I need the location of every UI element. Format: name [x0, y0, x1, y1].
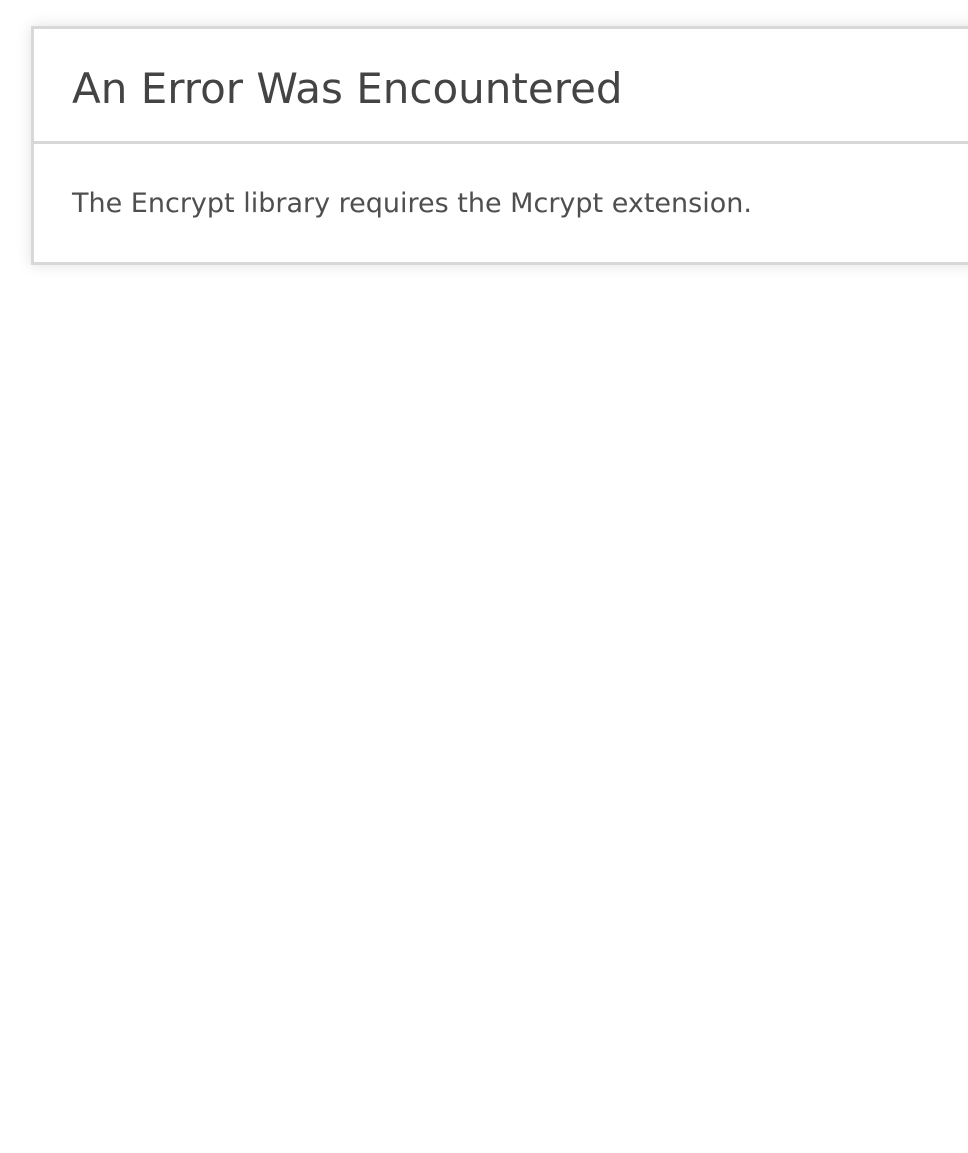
error-message: The Encrypt library requires the Mcrypt … — [72, 188, 752, 219]
error-title: An Error Was Encountered — [34, 29, 968, 144]
error-container: An Error Was Encountered The Encrypt lib… — [31, 26, 968, 265]
